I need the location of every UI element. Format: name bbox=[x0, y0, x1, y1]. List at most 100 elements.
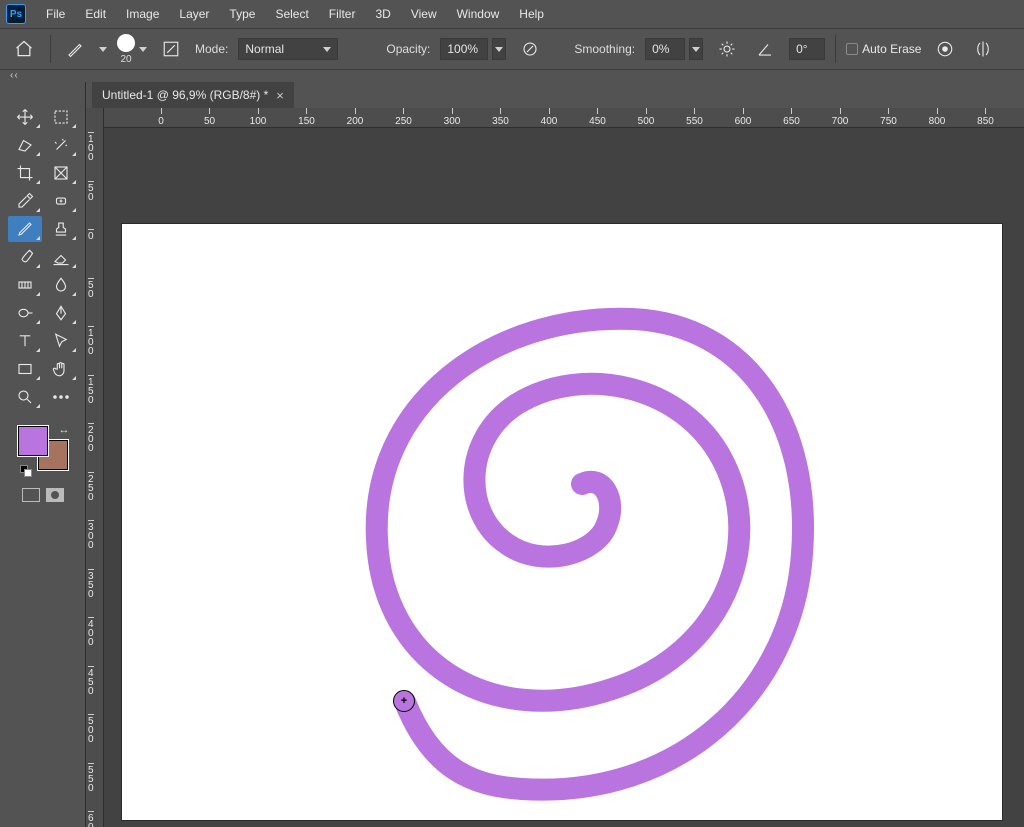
frame-tool[interactable] bbox=[44, 160, 78, 186]
brush-tool[interactable] bbox=[8, 244, 42, 270]
opacity-dropdown[interactable] bbox=[492, 38, 506, 60]
more-tools-button[interactable] bbox=[44, 384, 78, 410]
canvas[interactable] bbox=[122, 224, 1002, 820]
healing-tool[interactable] bbox=[44, 188, 78, 214]
opacity-label: Opacity: bbox=[386, 42, 430, 56]
menu-image[interactable]: Image bbox=[116, 2, 169, 26]
angle-value: 0° bbox=[796, 42, 807, 56]
ruler-tick: 200 bbox=[86, 423, 104, 453]
ruler-tick: 450 bbox=[86, 666, 104, 696]
menu-layer[interactable]: Layer bbox=[169, 2, 219, 26]
default-colors-icon[interactable] bbox=[20, 462, 36, 476]
mode-value: Normal bbox=[245, 42, 284, 56]
panel-collapse-arrows[interactable]: ‹‹ bbox=[0, 70, 1024, 82]
magic-wand-tool[interactable] bbox=[44, 132, 78, 158]
pen-tool[interactable] bbox=[44, 300, 78, 326]
gradient-tool[interactable] bbox=[8, 272, 42, 298]
opacity-input[interactable]: 100% bbox=[440, 38, 488, 60]
ruler-tick: 350 bbox=[486, 108, 516, 128]
document-tab-title: Untitled-1 @ 96,9% (RGB/8#) * bbox=[102, 88, 268, 102]
document-area: 0501001502002503003504004505005506006507… bbox=[86, 108, 1024, 827]
menu-edit[interactable]: Edit bbox=[75, 2, 116, 26]
document-tab-bar: Untitled-1 @ 96,9% (RGB/8#) * × bbox=[0, 82, 1024, 108]
ruler-tick: 900 bbox=[1019, 108, 1024, 128]
lasso-tool[interactable] bbox=[8, 132, 42, 158]
home-button[interactable] bbox=[8, 33, 40, 65]
ruler-tick: 50 bbox=[86, 278, 104, 299]
pressure-opacity-button[interactable] bbox=[516, 35, 544, 63]
document-tab[interactable]: Untitled-1 @ 96,9% (RGB/8#) * × bbox=[92, 82, 295, 108]
blur-tool[interactable] bbox=[44, 272, 78, 298]
app-logo: Ps bbox=[6, 4, 26, 24]
ruler-tick: 850 bbox=[971, 108, 1001, 128]
smoothing-settings-button[interactable] bbox=[713, 35, 741, 63]
brush-preview-dot bbox=[117, 34, 135, 52]
hand-tool[interactable] bbox=[44, 356, 78, 382]
ruler-tick: 50 bbox=[195, 108, 225, 128]
menu-filter[interactable]: Filter bbox=[319, 2, 366, 26]
tool-preset-button[interactable] bbox=[61, 35, 89, 63]
foreground-color-swatch[interactable] bbox=[18, 426, 48, 456]
ruler-tick: 600 bbox=[86, 811, 104, 827]
brush-picker[interactable]: 20 bbox=[117, 34, 147, 65]
menu-window[interactable]: Window bbox=[447, 2, 510, 26]
standard-mode-button[interactable] bbox=[22, 488, 40, 502]
ruler-tick: 350 bbox=[86, 569, 104, 599]
rectangle-tool[interactable] bbox=[8, 356, 42, 382]
ruler-tick: 100 bbox=[86, 132, 104, 162]
ruler-tick: 500 bbox=[86, 714, 104, 744]
swap-colors-icon[interactable]: ↔ bbox=[59, 424, 70, 436]
ruler-tick: 250 bbox=[389, 108, 419, 128]
vertical-ruler[interactable]: 1005005010015020025030035040045050055060… bbox=[86, 108, 104, 827]
auto-erase-checkbox[interactable]: Auto Erase bbox=[846, 42, 921, 56]
ruler-tick: 150 bbox=[86, 375, 104, 405]
stamp-tool[interactable] bbox=[44, 216, 78, 242]
color-swatches[interactable]: ↔ bbox=[18, 426, 68, 476]
dodge-tool[interactable] bbox=[8, 300, 42, 326]
symmetry-button[interactable] bbox=[969, 35, 997, 63]
tab-close-button[interactable]: × bbox=[276, 88, 284, 103]
horizontal-ruler[interactable]: 0501001502002503003504004505005506006507… bbox=[104, 108, 1024, 128]
brush-panel-button[interactable] bbox=[157, 35, 185, 63]
ruler-tick: 100 bbox=[86, 326, 104, 356]
auto-erase-label: Auto Erase bbox=[862, 42, 921, 56]
text-tool[interactable] bbox=[8, 328, 42, 354]
zoom-tool[interactable] bbox=[8, 384, 42, 410]
marquee-tool[interactable] bbox=[44, 104, 78, 130]
eraser-tool[interactable] bbox=[44, 244, 78, 270]
menu-3d[interactable]: 3D bbox=[365, 2, 400, 26]
options-bar: 20 Mode: Normal Opacity: 100% Smoothing:… bbox=[0, 28, 1024, 70]
path-select-tool[interactable] bbox=[44, 328, 78, 354]
chevron-down-icon[interactable] bbox=[99, 47, 107, 52]
spiral-stroke bbox=[122, 224, 1002, 820]
move-tool[interactable] bbox=[8, 104, 42, 130]
menu-type[interactable]: Type bbox=[219, 2, 265, 26]
menu-file[interactable]: File bbox=[36, 2, 75, 26]
ruler-tick: 0 bbox=[86, 229, 104, 241]
ruler-tick: 50 bbox=[86, 181, 104, 202]
mode-select[interactable]: Normal bbox=[238, 38, 338, 60]
menu-select[interactable]: Select bbox=[265, 2, 318, 26]
ruler-tick: 550 bbox=[680, 108, 710, 128]
smoothing-dropdown[interactable] bbox=[689, 38, 703, 60]
brush-size-value: 20 bbox=[120, 54, 131, 65]
ruler-tick: 400 bbox=[86, 617, 104, 647]
separator bbox=[835, 35, 836, 63]
chevron-down-icon[interactable] bbox=[139, 47, 147, 52]
ruler-tick: 150 bbox=[292, 108, 322, 128]
menu-view[interactable]: View bbox=[401, 2, 447, 26]
ruler-tick: 250 bbox=[86, 472, 104, 502]
pressure-size-button[interactable] bbox=[931, 35, 959, 63]
angle-icon bbox=[751, 35, 779, 63]
angle-input[interactable]: 0° bbox=[789, 38, 825, 60]
menu-help[interactable]: Help bbox=[509, 2, 554, 26]
quickmask-mode-button[interactable] bbox=[46, 488, 64, 502]
crop-tool[interactable] bbox=[8, 160, 42, 186]
separator bbox=[50, 35, 51, 63]
eyedropper-tool[interactable] bbox=[8, 188, 42, 214]
ruler-tick: 700 bbox=[825, 108, 855, 128]
ruler-tick: 100 bbox=[243, 108, 273, 128]
pencil-tool[interactable] bbox=[8, 216, 42, 242]
opacity-value: 100% bbox=[447, 42, 478, 56]
smoothing-input[interactable]: 0% bbox=[645, 38, 685, 60]
